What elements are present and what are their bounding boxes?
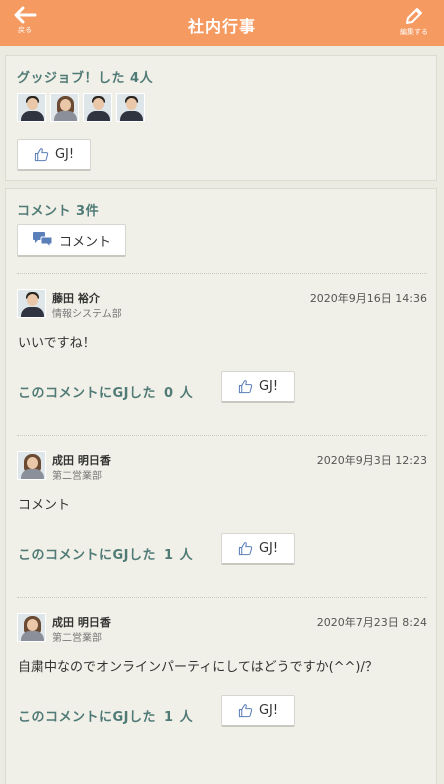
speech-bubbles-icon bbox=[32, 232, 53, 249]
comment-text: いいですね！ bbox=[18, 336, 96, 351]
comment-author-name[interactable]: 成田 明日香 bbox=[52, 452, 111, 468]
app-header: 戻る 社内行事 編集する bbox=[0, 0, 444, 46]
goodjob-avatar-list bbox=[17, 93, 145, 122]
comment-goodjob-count: このコメントにGJした 1 人 bbox=[18, 706, 193, 725]
comment-goodjob-button[interactable]: GJ! bbox=[221, 371, 295, 403]
thumbs-up-icon bbox=[238, 380, 253, 394]
goodjob-button[interactable]: GJ! bbox=[17, 139, 91, 171]
comment-goodjob-prefix: このコメントにGJした bbox=[18, 386, 157, 401]
avatar[interactable] bbox=[17, 451, 46, 480]
comment-goodjob-count: このコメントにGJした 0 人 bbox=[18, 382, 193, 401]
comment-author-name[interactable]: 藤田 裕介 bbox=[52, 290, 100, 306]
comment-date: 2020年9月3日 12:23 bbox=[316, 454, 427, 467]
thumbs-up-icon bbox=[238, 704, 253, 718]
avatar[interactable] bbox=[17, 93, 46, 122]
add-comment-button[interactable]: コメント bbox=[17, 224, 126, 257]
comment-goodjob-number: 1 bbox=[164, 710, 174, 725]
avatar[interactable] bbox=[116, 93, 145, 122]
comment-goodjob-prefix: このコメントにGJした bbox=[18, 710, 157, 725]
avatar[interactable] bbox=[17, 613, 46, 642]
add-comment-label: コメント bbox=[58, 234, 111, 250]
comment-goodjob-suffix: 人 bbox=[179, 548, 194, 563]
comments-panel: コメント 3件 コメント 藤田 裕介 情報システム部 2020年9月16日 14… bbox=[5, 188, 437, 784]
edit-label: 編集する bbox=[400, 28, 428, 36]
goodjob-count-title: グッジョブ！した 4人 bbox=[17, 71, 154, 86]
comment-goodjob-suffix: 人 bbox=[179, 386, 194, 401]
comment-item: 藤田 裕介 情報システム部 2020年9月16日 14:36 いいですね！ この… bbox=[17, 273, 427, 433]
comment-item: 成田 明日香 第二営業部 2020年9月3日 12:23 コメント このコメント… bbox=[17, 435, 427, 595]
avatar[interactable] bbox=[17, 289, 46, 318]
goodjob-button-label: GJ! bbox=[54, 147, 75, 162]
goodjob-panel: グッジョブ！した 4人 GJ! bbox=[5, 55, 437, 181]
comment-author-dept: 第二営業部 bbox=[52, 633, 102, 644]
edit-button[interactable]: 編集する bbox=[394, 6, 434, 44]
comment-author-name[interactable]: 成田 明日香 bbox=[52, 614, 111, 630]
comment-author-dept: 情報システム部 bbox=[52, 309, 122, 320]
avatar[interactable] bbox=[50, 93, 79, 122]
page-title: 社内行事 bbox=[187, 17, 256, 36]
comment-goodjob-button-label: GJ! bbox=[258, 541, 279, 556]
comment-author-dept: 第二営業部 bbox=[52, 471, 102, 482]
comment-goodjob-number: 0 bbox=[164, 386, 174, 401]
comment-date: 2020年9月16日 14:36 bbox=[309, 292, 427, 305]
avatar[interactable] bbox=[83, 93, 112, 122]
comment-goodjob-button[interactable]: GJ! bbox=[221, 695, 295, 727]
comment-goodjob-button-label: GJ! bbox=[258, 379, 279, 394]
pencil-icon bbox=[406, 8, 422, 24]
comment-text: コメント bbox=[18, 498, 71, 513]
comment-goodjob-suffix: 人 bbox=[179, 710, 194, 725]
comment-goodjob-count: このコメントにGJした 1 人 bbox=[18, 544, 193, 563]
comment-text: 自粛中なのでオンラインパーティにしてはどうですか(^^)/？ bbox=[18, 660, 378, 675]
comment-goodjob-button-label: GJ! bbox=[258, 703, 279, 718]
comment-goodjob-button[interactable]: GJ! bbox=[221, 533, 295, 565]
comment-goodjob-number: 1 bbox=[164, 548, 174, 563]
comment-goodjob-prefix: このコメントにGJした bbox=[18, 548, 157, 563]
comment-count-title: コメント 3件 bbox=[17, 204, 100, 219]
thumbs-up-icon bbox=[34, 148, 49, 162]
comment-date: 2020年7月23日 8:24 bbox=[316, 616, 427, 629]
thumbs-up-icon bbox=[238, 542, 253, 556]
comment-item: 成田 明日香 第二営業部 2020年7月23日 8:24 自粛中なのでオンライン… bbox=[17, 597, 427, 757]
